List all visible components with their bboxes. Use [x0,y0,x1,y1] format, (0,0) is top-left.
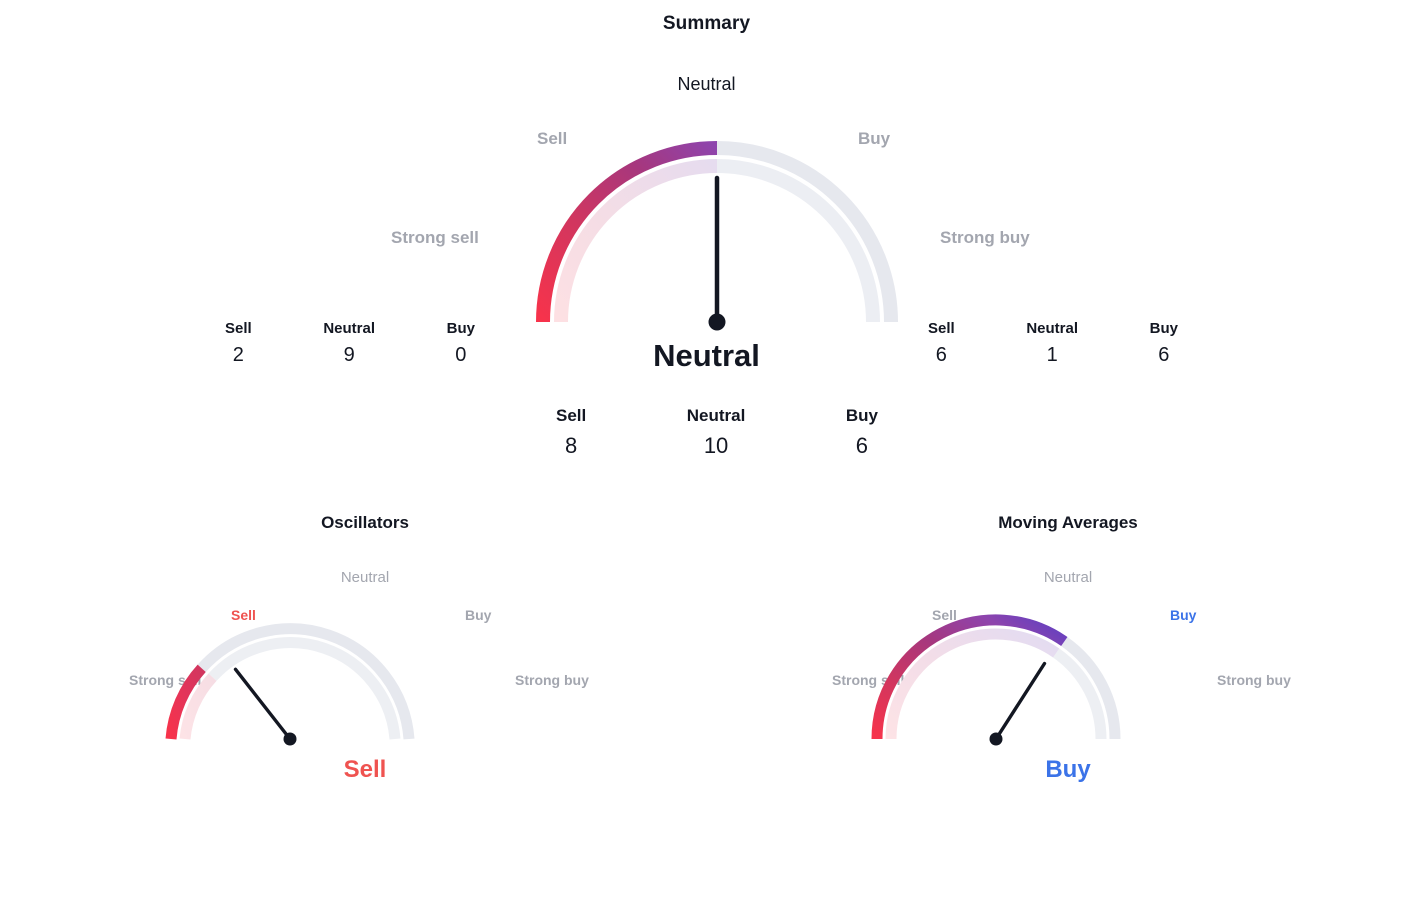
moving-averages-count-neutral-label: Neutral [1026,320,1079,337]
summary-counts: Sell 8 Neutral 10 Buy 6 [556,406,878,457]
oscillators-gauge-dial [165,623,415,746]
oscillators-needle [233,667,292,741]
summary-title: Summary [662,13,751,34]
moving-averages-subtitle: Neutral [1043,569,1093,586]
summary-count-sell-value: 8 [565,432,578,458]
oscillators-count-buy-value: 0 [455,344,467,367]
moving-averages-count-buy-label: Buy [1149,320,1178,337]
moving-averages-zone-label-strong-buy: Strong buy [1217,672,1291,688]
oscillators-gauge-panel: Oscillators Neutral Strong sell Sell Buy… [15,500,715,899]
oscillators-count-buy: Buy 0 [447,320,475,365]
oscillators-count-neutral: Neutral 9 [323,320,375,365]
oscillators-zone-label-buy: Buy [465,607,492,623]
moving-averages-verdict: Buy [1045,756,1091,783]
moving-averages-gauge-panel: Moving Averages Neutral Strong sell Sell… [718,500,1413,899]
summary-needle-pivot [708,313,726,331]
oscillators-count-neutral-value: 9 [343,344,355,367]
moving-averages-zone-label-buy: Buy [1170,607,1197,623]
summary-count-neutral: Neutral 10 [687,406,746,457]
summary-verdict: Neutral [653,338,760,373]
oscillators-counts: Sell 2 Neutral 9 Buy 0 [225,320,475,365]
oscillators-needle-pivot [283,732,297,746]
summary-gauge-dial [536,141,898,331]
summary-count-buy: Buy 6 [846,406,878,457]
moving-averages-count-neutral: Neutral 1 [1026,320,1078,365]
oscillators-title: Oscillators [321,513,409,532]
oscillators-subtitle: Neutral [340,569,390,586]
summary-gauge-panel: Summary Neutral Strong sell Sell Buy Str… [0,0,1413,480]
summary-subtitle: Neutral [677,74,736,94]
moving-averages-counts: Sell 6 Neutral 1 Buy 6 [928,320,1178,365]
summary-count-buy-label: Buy [845,406,878,425]
moving-averages-count-neutral-value: 1 [1046,344,1058,367]
moving-averages-needle-pivot [989,732,1003,746]
summary-track-inner-inactive [716,159,880,323]
summary-count-sell-label: Sell [556,406,587,425]
moving-averages-count-buy-value: 6 [1158,344,1170,367]
oscillators-zone-label-strong-buy: Strong buy [515,672,589,688]
oscillators-count-sell-value: 2 [232,344,244,367]
moving-averages-count-buy: Buy 6 [1150,320,1178,365]
moving-averages-count-sell-label: Sell [928,320,955,337]
summary-zone-label-strong-sell: Strong sell [391,228,479,247]
summary-arc-inner-active [554,159,718,323]
moving-averages-count-sell: Sell 6 [928,320,955,365]
moving-averages-count-sell-value: 6 [935,344,947,367]
summary-count-neutral-label: Neutral [686,406,746,425]
oscillators-count-neutral-label: Neutral [323,320,376,337]
oscillators-verdict: Sell [343,756,387,783]
summary-count-neutral-value: 10 [703,432,729,458]
summary-count-buy-value: 6 [855,432,869,458]
summary-count-sell: Sell 8 [556,406,586,457]
oscillators-count-sell-label: Sell [225,320,252,337]
moving-averages-gauge-dial [871,614,1121,746]
oscillators-count-buy-label: Buy [446,320,475,337]
oscillators-count-sell: Sell 2 [225,320,252,365]
moving-averages-needle [994,661,1047,741]
moving-averages-title: Moving Averages [998,513,1138,532]
